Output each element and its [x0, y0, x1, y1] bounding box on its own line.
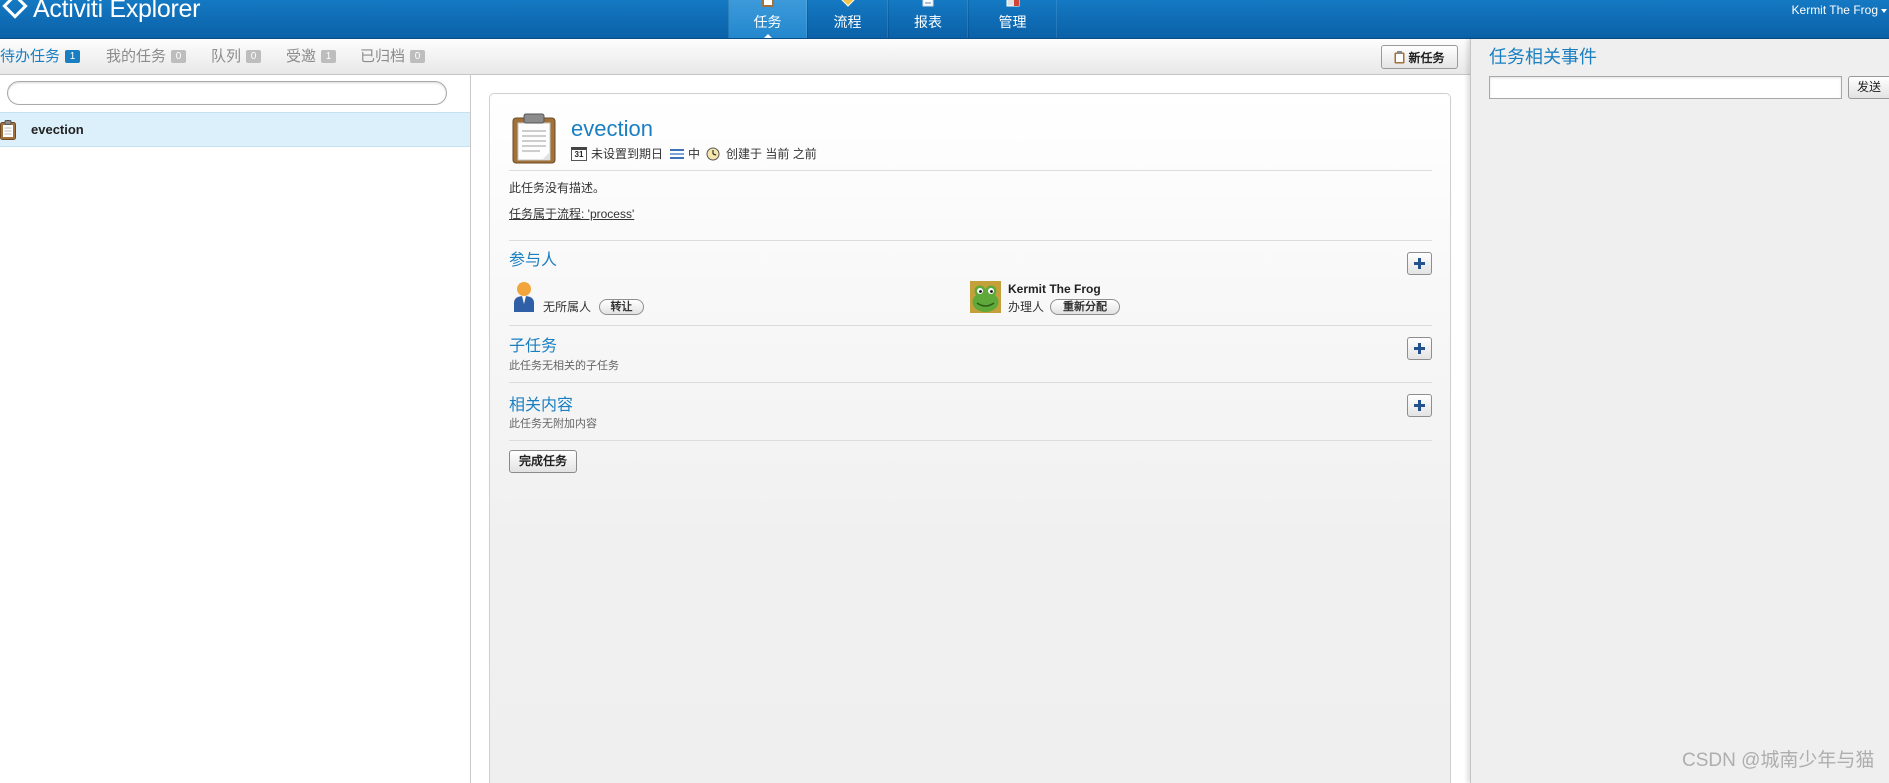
divider	[509, 382, 1432, 383]
nav-tab-tasks[interactable]: 任务	[728, 0, 807, 38]
count-badge: 1	[321, 49, 337, 63]
frog-avatar	[970, 281, 1001, 313]
logo-diamond-icon	[2, 0, 28, 19]
add-related-content-button[interactable]	[1407, 394, 1432, 417]
top-bar: Activiti Explorer 任务 流程 报表 管理 Kermit The…	[0, 0, 1889, 39]
nav-tab-label: 流程	[833, 14, 862, 30]
complete-task-button[interactable]: 完成任务	[509, 450, 577, 473]
nav-tab-label: 管理	[998, 14, 1027, 30]
clipboard-icon	[1394, 50, 1405, 63]
subtab-my-tasks[interactable]: 我的任务 0	[106, 39, 187, 74]
divider	[509, 170, 1432, 171]
created-time: 创建于 当前 之前	[726, 147, 817, 161]
divider	[509, 440, 1432, 441]
subtab-label: 队列	[211, 48, 242, 65]
new-task-label: 新任务	[1408, 50, 1445, 65]
count-badge: 1	[65, 49, 81, 63]
subtab-archived[interactable]: 已归档 0	[360, 39, 426, 74]
owner-label: 无所属人	[543, 300, 592, 314]
nav-tab-processes[interactable]: 流程	[807, 0, 888, 38]
subtab-inbox[interactable]: 待办任务 1	[0, 39, 81, 74]
task-list-item-name: evection	[31, 122, 84, 137]
nav-tab-admin[interactable]: 管理	[968, 0, 1057, 38]
process-link[interactable]: 任务属于流程: 'process'	[509, 206, 634, 222]
task-meta: 31 未设置到期日 中 创建于 当前 之前	[571, 146, 817, 162]
assignee-role: 办理人	[1008, 300, 1045, 314]
chevron-down-icon	[1881, 8, 1887, 13]
task-detail-card: evection 31 未设置到期日 中 创建于 当前 之前 此任务没有描述。 …	[489, 93, 1451, 783]
count-badge: 0	[410, 49, 426, 63]
clipboard-large-icon	[512, 113, 556, 164]
task-search-input[interactable]	[7, 81, 447, 105]
due-date[interactable]: 未设置到期日	[591, 146, 663, 162]
count-badge: 0	[171, 49, 187, 63]
watermark: CSDN @城南少年与猫	[1682, 750, 1875, 771]
clipboard-icon	[0, 120, 16, 140]
subtasks-empty-text: 此任务无相关的子任务	[509, 360, 619, 372]
task-icon	[761, 0, 774, 7]
plus-icon	[1408, 253, 1431, 274]
event-comment-input[interactable]	[1489, 76, 1842, 99]
user-name: Kermit The Frog	[1791, 3, 1878, 17]
subtab-queued[interactable]: 队列 0	[211, 39, 262, 74]
person-icon	[514, 282, 534, 312]
assignee-name: Kermit The Frog	[1008, 282, 1101, 296]
nav-tab-label: 报表	[914, 14, 942, 30]
add-person-button[interactable]	[1407, 252, 1432, 275]
plus-icon	[1408, 395, 1431, 416]
subtab-label: 待办任务	[0, 48, 61, 65]
related-content-empty-text: 此任务无附加内容	[509, 418, 597, 430]
nav-tab-reports[interactable]: 报表	[888, 0, 968, 38]
add-subtask-button[interactable]	[1407, 337, 1432, 360]
app-logo-title: Activiti Explorer	[33, 0, 201, 23]
task-subnav: 待办任务 1 我的任务 0 队列 0 受邀 1 已归档 0 新任务	[0, 39, 1470, 75]
divider	[509, 325, 1432, 326]
task-events-panel: 任务相关事件 发送	[1470, 39, 1889, 783]
task-description[interactable]: 此任务没有描述。	[509, 180, 605, 196]
nav-tab-label: 任务	[753, 14, 782, 30]
count-badge: 0	[246, 49, 262, 63]
user-menu[interactable]: Kermit The Frog	[1792, 3, 1887, 17]
people-heading: 参与人	[509, 252, 558, 269]
subtab-involved[interactable]: 受邀 1	[286, 39, 337, 74]
transfer-button[interactable]: 转让	[599, 299, 644, 315]
send-button[interactable]: 发送	[1848, 76, 1889, 99]
new-task-button[interactable]: 新任务	[1381, 45, 1458, 69]
related-content-heading: 相关内容	[509, 397, 574, 414]
reassign-button[interactable]: 重新分配	[1050, 299, 1120, 315]
task-title: evection	[571, 116, 653, 141]
task-list-item[interactable]: evection	[0, 112, 470, 147]
subtasks-heading: 子任务	[509, 338, 558, 355]
divider	[509, 240, 1432, 241]
task-list-panel: evection	[0, 75, 471, 783]
subtab-label: 已归档	[360, 48, 406, 65]
clock-icon	[706, 147, 720, 161]
subtab-label: 受邀	[286, 48, 317, 65]
events-heading: 任务相关事件	[1489, 47, 1597, 67]
admin-icon	[1006, 0, 1019, 7]
priority-icon	[670, 149, 685, 159]
report-icon	[922, 0, 934, 7]
calendar-icon: 31	[571, 147, 587, 161]
process-icon	[840, 0, 855, 7]
priority-value[interactable]: 中	[688, 146, 700, 162]
plus-icon	[1408, 338, 1431, 359]
subtab-label: 我的任务	[106, 48, 167, 65]
